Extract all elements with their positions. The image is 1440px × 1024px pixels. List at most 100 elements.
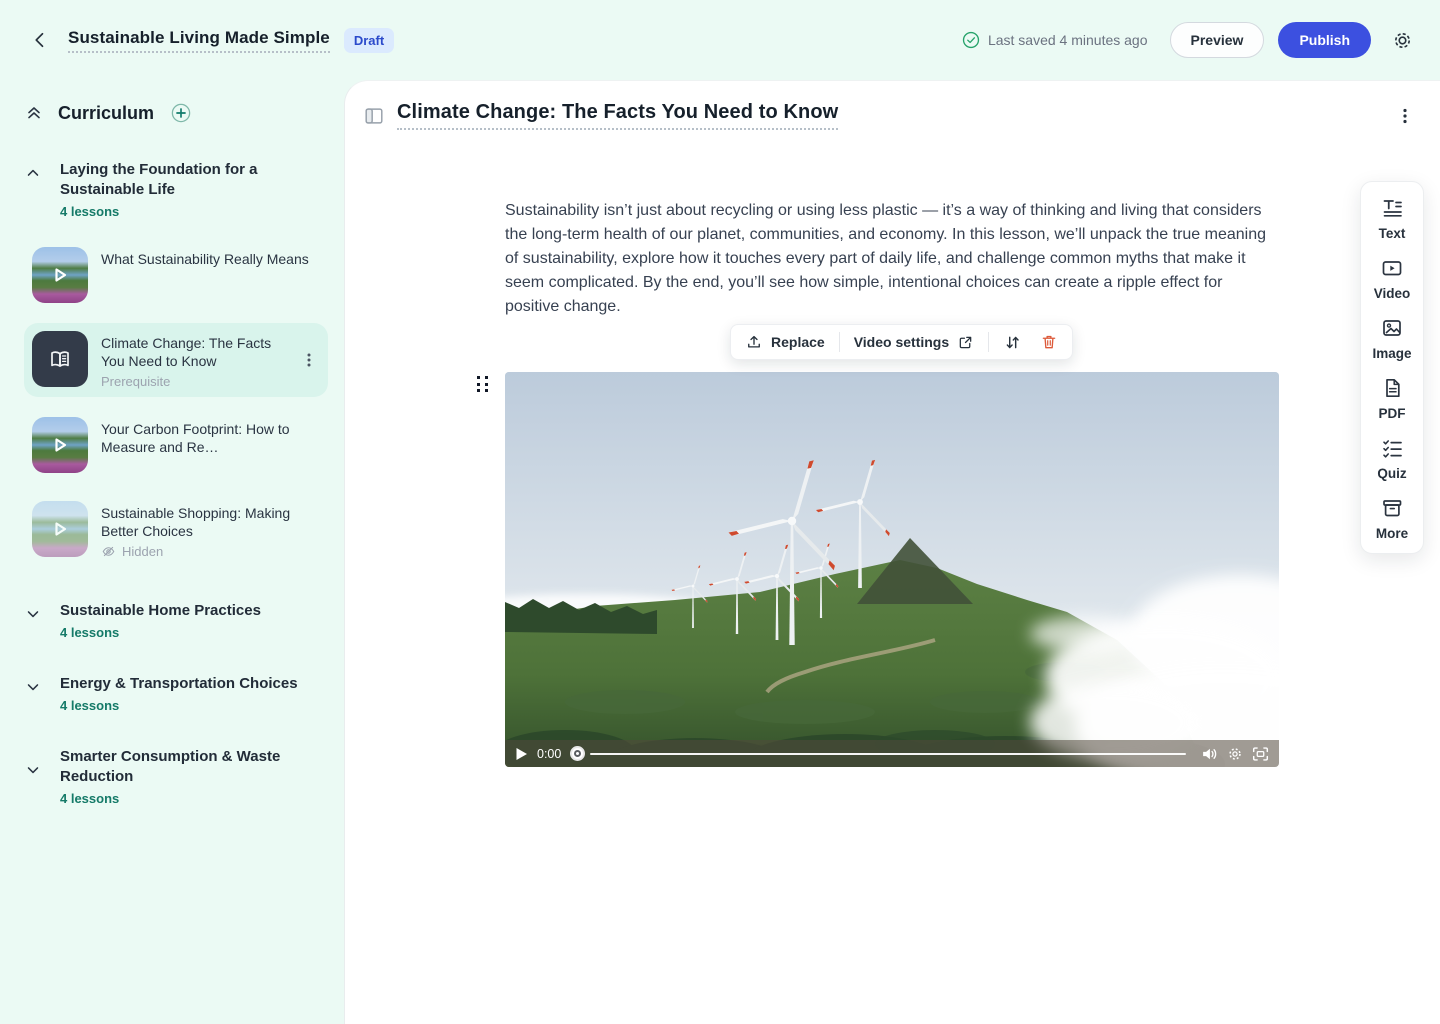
topbar: Sustainable Living Made Simple Draft Las…: [0, 0, 1440, 80]
back-button[interactable]: [26, 26, 54, 54]
seek-knob[interactable]: [570, 746, 585, 761]
lesson-reading-tile: [32, 331, 88, 387]
video-settings-gear-icon[interactable]: [1227, 746, 1243, 762]
play-icon: [32, 247, 88, 303]
video-player[interactable]: 0:00: [505, 372, 1279, 767]
eye-off-icon: [101, 544, 116, 559]
video-frame-image: [505, 372, 1279, 767]
play-icon: [32, 501, 88, 557]
section-lesson-count: 4 lessons: [60, 204, 300, 219]
lesson-video-thumbnail: [32, 417, 88, 473]
insert-more-button[interactable]: More: [1361, 496, 1423, 541]
insert-image-button[interactable]: Image: [1361, 316, 1423, 361]
section-lesson-count: 4 lessons: [60, 791, 300, 806]
insert-video-button[interactable]: Video: [1361, 256, 1423, 301]
insert-more-label: More: [1376, 526, 1408, 541]
chevron-down-icon[interactable]: [24, 761, 46, 806]
section-lesson-count: 4 lessons: [60, 698, 298, 713]
course-title[interactable]: Sustainable Living Made Simple: [68, 28, 330, 53]
trash-icon: [1040, 333, 1058, 351]
lesson-video-thumbnail: [32, 247, 88, 303]
video-settings-button[interactable]: Video settings: [850, 334, 978, 351]
save-status-text: Last saved 4 minutes ago: [988, 32, 1148, 48]
section-title: Sustainable Home Practices: [60, 601, 261, 621]
lesson-title: Your Carbon Footprint: How to Measure an…: [101, 420, 320, 456]
lesson-editor-panel: Climate Change: The Facts You Need to Kn…: [344, 80, 1440, 1024]
lesson-heading[interactable]: Climate Change: The Facts You Need to Kn…: [397, 101, 838, 130]
fullscreen-icon[interactable]: [1252, 746, 1269, 762]
section-header[interactable]: Smarter Consumption & Waste Reduction 4 …: [24, 747, 328, 806]
video-timestamp: 0:00: [537, 747, 561, 761]
play-button[interactable]: [515, 747, 528, 761]
replace-button[interactable]: Replace: [741, 333, 829, 351]
insert-text-button[interactable]: Text: [1361, 196, 1423, 241]
image-icon: [1380, 316, 1404, 340]
add-section-button[interactable]: [170, 102, 192, 124]
lesson-subtitle: Prerequisite: [101, 374, 285, 389]
lesson-title: Climate Change: The Facts You Need to Kn…: [101, 334, 285, 370]
insert-video-label: Video: [1374, 286, 1411, 301]
section-title: Energy & Transportation Choices: [60, 674, 298, 694]
chevron-down-icon[interactable]: [24, 605, 46, 640]
text-icon: [1380, 196, 1404, 220]
layout-panel-icon[interactable]: [363, 105, 385, 127]
video-controls-bar: 0:00: [505, 740, 1279, 767]
curriculum-title: Curriculum: [58, 103, 154, 124]
block-drag-handle[interactable]: [477, 376, 493, 396]
insert-quiz-label: Quiz: [1377, 466, 1406, 481]
publish-button[interactable]: Publish: [1278, 22, 1371, 58]
collapse-all-icon[interactable]: [24, 103, 44, 123]
section-title: Smarter Consumption & Waste Reduction: [60, 747, 300, 787]
book-open-icon: [46, 345, 74, 373]
lesson-item-hidden[interactable]: Sustainable Shopping: Making Better Choi…: [24, 493, 328, 567]
lesson-subtitle: Hidden: [122, 544, 163, 559]
external-link-icon: [957, 334, 974, 351]
section-header[interactable]: Laying the Foundation for a Sustainable …: [24, 160, 328, 219]
curriculum-section: Energy & Transportation Choices 4 lesson…: [24, 674, 328, 713]
lesson-video-thumbnail: [32, 501, 88, 557]
replace-label: Replace: [771, 334, 825, 350]
insert-pdf-button[interactable]: PDF: [1361, 376, 1423, 421]
status-badge: Draft: [344, 28, 394, 53]
curriculum-section: Smarter Consumption & Waste Reduction 4 …: [24, 747, 328, 806]
lesson-item[interactable]: What Sustainability Really Means: [24, 239, 328, 311]
pdf-icon: [1380, 376, 1404, 400]
lesson-paragraph[interactable]: Sustainability isn’t just about recyclin…: [505, 199, 1281, 319]
insert-block-toolbar: Text Video Image PDF Quiz More: [1360, 181, 1424, 554]
lesson-options-kebab[interactable]: [1394, 103, 1416, 129]
volume-icon[interactable]: [1201, 746, 1218, 762]
curriculum-section: Sustainable Home Practices 4 lessons: [24, 601, 328, 640]
lesson-kebab-menu[interactable]: [298, 348, 320, 372]
lesson-item[interactable]: Your Carbon Footprint: How to Measure an…: [24, 409, 328, 481]
sort-arrows-icon: [1003, 333, 1022, 352]
lesson-title: What Sustainability Really Means: [101, 250, 320, 268]
chevron-down-icon[interactable]: [24, 678, 46, 713]
delete-block-button[interactable]: [1036, 333, 1062, 351]
quiz-icon: [1380, 436, 1404, 460]
preview-button[interactable]: Preview: [1170, 22, 1265, 58]
save-status: Last saved 4 minutes ago: [962, 31, 1148, 49]
video-icon: [1380, 256, 1404, 280]
video-settings-label: Video settings: [854, 334, 949, 350]
insert-text-label: Text: [1379, 226, 1406, 241]
check-circle-icon: [962, 31, 980, 49]
lesson-item-selected[interactable]: Climate Change: The Facts You Need to Kn…: [24, 323, 328, 397]
section-lesson-count: 4 lessons: [60, 625, 261, 640]
section-header[interactable]: Energy & Transportation Choices 4 lesson…: [24, 674, 328, 713]
upload-icon: [745, 333, 763, 351]
chevron-up-icon[interactable]: [24, 164, 46, 219]
video-block-toolbar: Replace Video settings: [730, 324, 1073, 360]
section-header[interactable]: Sustainable Home Practices 4 lessons: [24, 601, 328, 640]
play-icon: [32, 417, 88, 473]
insert-quiz-button[interactable]: Quiz: [1361, 436, 1423, 481]
settings-gear-icon[interactable]: [1391, 29, 1414, 52]
move-block-button[interactable]: [999, 333, 1026, 352]
section-title: Laying the Foundation for a Sustainable …: [60, 160, 300, 200]
insert-pdf-label: PDF: [1379, 406, 1406, 421]
curriculum-sidebar: Curriculum Laying the Foundation for a S…: [0, 80, 344, 1024]
chevron-left-icon: [30, 30, 50, 50]
insert-image-label: Image: [1372, 346, 1411, 361]
seek-bar[interactable]: [590, 753, 1186, 755]
lesson-title: Sustainable Shopping: Making Better Choi…: [101, 504, 320, 540]
curriculum-section: Laying the Foundation for a Sustainable …: [24, 160, 328, 567]
